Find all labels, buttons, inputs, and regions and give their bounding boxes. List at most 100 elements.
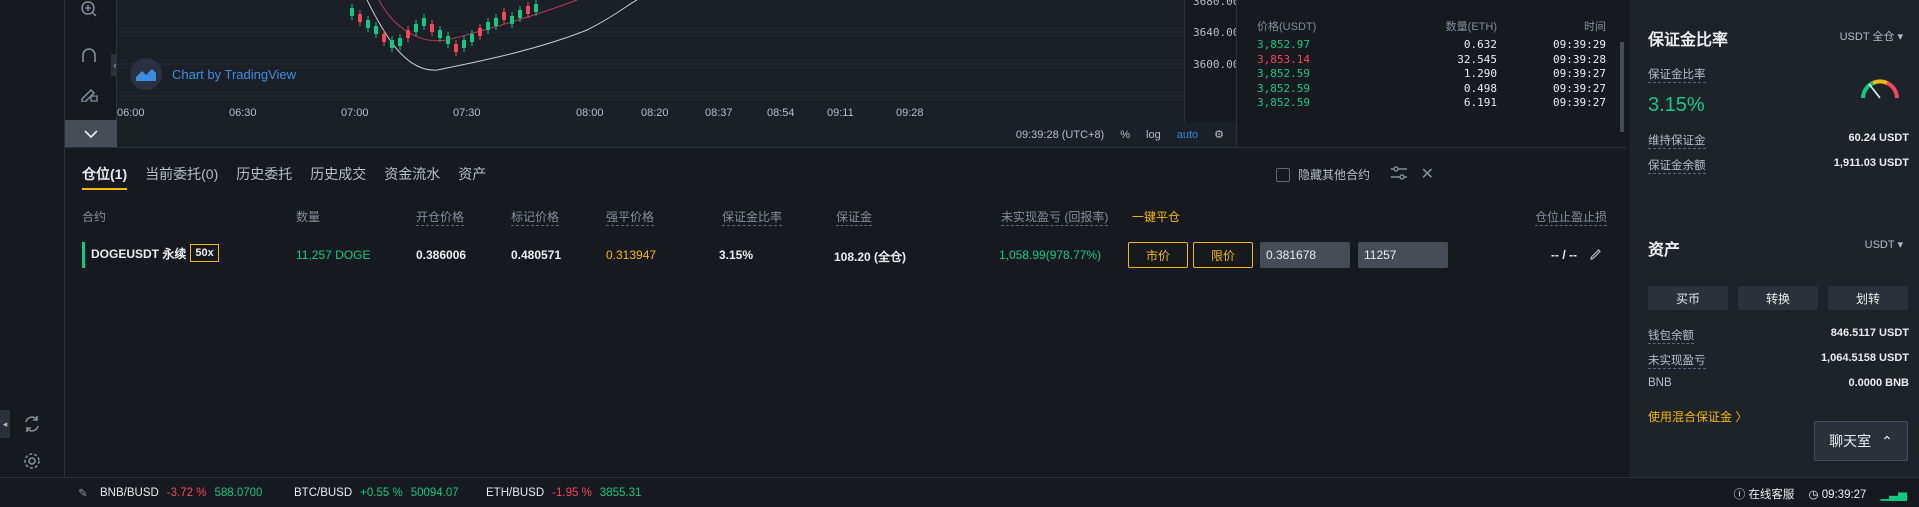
col-entry-price: 开仓价格 <box>416 210 465 226</box>
filter-settings-icon[interactable] <box>1390 166 1408 183</box>
position-mark-price: 0.480571 <box>511 248 562 262</box>
recent-trades-panel: 价格(USDT) 数量(ETH) 时间 3,852.97 0.632 09:39:2… <box>1236 0 1626 147</box>
multi-asset-margin-link[interactable]: 使用混合保证金 〉 <box>1648 408 1747 425</box>
chat-label: 聊天室 <box>1829 433 1872 449</box>
ticker-eth[interactable]: ETH/BUSD -1.95 % 3855.31 <box>486 487 641 499</box>
asset-label: USDT <box>1864 239 1895 251</box>
trade-qty: 0.632 <box>1463 38 1497 51</box>
chart-footer: 09:39:28 (UTC+8) % log auto ⚙ <box>117 122 1236 147</box>
col-pnl: 未实现盈亏 (回报率) <box>1001 210 1109 226</box>
magnet-icon[interactable] <box>79 46 99 69</box>
hide-other-contracts-checkbox[interactable]: 隐藏其他合约 <box>1275 166 1370 183</box>
trades-header-price: 价格(USDT) <box>1257 21 1317 33</box>
col-liq-price: 强平价格 <box>606 210 655 226</box>
candle <box>422 18 426 26</box>
position-quantity: 11,257 DOGE <box>296 248 371 262</box>
chart-plot[interactable]: Chart by TradingView 06:00 06:30 07:00 07:3… <box>117 0 1184 122</box>
log-toggle[interactable]: log <box>1146 129 1161 141</box>
gear-icon[interactable] <box>18 447 46 475</box>
one-click-close-button[interactable]: 一键平仓 <box>1132 208 1180 225</box>
unrealized-pnl-label: 未实现盈亏 <box>1648 352 1706 369</box>
caret-down-icon: ▾ <box>1897 239 1903 251</box>
trades-header-qty: 数量(ETH) <box>1445 21 1497 33</box>
left-toolbar: ◂ <box>0 0 65 477</box>
tradingview-logo[interactable]: Chart by TradingView <box>130 58 296 90</box>
chat-room-button[interactable]: 聊天室 ⌃ <box>1814 421 1908 461</box>
chevron-down-icon[interactable] <box>65 120 117 147</box>
candle <box>454 44 458 52</box>
convert-button[interactable]: 转换 <box>1738 286 1818 310</box>
candle <box>486 22 490 30</box>
tab-transaction-history[interactable]: 资金流水 <box>384 164 440 190</box>
candle <box>358 14 362 22</box>
close-qty-input[interactable]: 11257 <box>1358 242 1448 268</box>
price-axis[interactable]: 3680.00 3640.00 3600.00 <box>1184 0 1239 122</box>
candle <box>430 24 434 32</box>
chevron-up-icon: ⌃ <box>1881 432 1893 449</box>
checkbox-icon[interactable] <box>1275 167 1290 182</box>
online-support[interactable]: ⓘ 在线客服 <box>1734 486 1795 502</box>
position-liq-price: 0.313947 <box>606 248 657 262</box>
trade-row: 3,852.59 0.498 09:39:27 <box>1257 82 1606 95</box>
candle <box>478 28 482 36</box>
transfer-button[interactable]: 划转 <box>1828 286 1908 310</box>
trades-scrollbar[interactable] <box>1620 42 1624 132</box>
positions-panel: 仓位(1) 当前委托(0) 历史委托 历史成交 资金流水 资产 隐藏其他合约 ✕… <box>65 147 1626 477</box>
edit-icon[interactable] <box>1590 248 1602 263</box>
margin-mode-dropdown[interactable]: USDT 全仓 ▾ <box>1840 28 1903 44</box>
trade-time: 09:39:29 <box>1553 38 1606 51</box>
draw-lock-icon[interactable] <box>79 82 99 105</box>
assets-title: 资产 <box>1648 242 1681 259</box>
candle <box>350 8 354 16</box>
position-contract[interactable]: DOGEUSDT 永续 50x <box>91 244 219 262</box>
auto-toggle[interactable]: auto <box>1177 129 1198 141</box>
margin-balance-label: 保证金余额 <box>1648 157 1706 174</box>
margin-ratio-title: 保证金比率 <box>1648 32 1729 49</box>
leverage-badge[interactable]: 50x <box>190 244 219 262</box>
clock: ◷ 09:39:27 <box>1808 487 1866 501</box>
candle <box>494 18 498 26</box>
trade-row: 3,852.97 0.632 09:39:29 <box>1257 38 1606 51</box>
gauge-icon <box>1859 72 1901 105</box>
margin-ratio-label: 保证金比率 <box>1648 66 1706 83</box>
wallet-balance-row: 钱包余额 846.5117 USDT <box>1648 327 1909 344</box>
clock-time: 09:39:27 <box>1821 489 1867 501</box>
ticker-bnb[interactable]: BNB/BUSD -3.72 % 588.0700 <box>100 487 262 499</box>
close-price-input[interactable]: 0.381678 <box>1260 242 1350 268</box>
refresh-icon[interactable] <box>18 410 46 438</box>
ticker-btc[interactable]: BTC/BUSD +0.55 % 50094.07 <box>294 487 459 499</box>
trade-row: 3,853.14 32.545 09:39:28 <box>1257 53 1606 66</box>
tab-order-history[interactable]: 历史委托 <box>236 164 292 190</box>
position-pnl: 1,058.99(978.77%) <box>999 248 1102 262</box>
tab-assets[interactable]: 资产 <box>458 164 486 190</box>
chart-settings-icon[interactable]: ⚙ <box>1214 128 1224 141</box>
time-axis: 06:00 06:30 07:00 07:30 08:00 08:20 08:37 08:54… <box>117 103 1184 123</box>
buy-crypto-button[interactable]: 买币 <box>1648 286 1728 310</box>
trades-header-time: 时间 <box>1584 21 1606 33</box>
chart-time: 09:39:28 (UTC+8) <box>1015 128 1105 141</box>
zoom-in-icon[interactable] <box>79 0 99 23</box>
asset-dropdown[interactable]: USDT ▾ <box>1865 238 1903 251</box>
col-tpsl: 仓位止盈止损 <box>1535 210 1608 226</box>
pencil-icon[interactable]: ✎ <box>78 486 88 500</box>
tab-open-orders[interactable]: 当前委托(0) <box>145 164 218 190</box>
trade-time: 09:39:28 <box>1553 52 1606 66</box>
trade-row: 3,852.59 1.290 09:39:27 <box>1257 67 1606 80</box>
close-icon[interactable]: ✕ <box>1421 164 1434 184</box>
positions-tabs: 仓位(1) 当前委托(0) 历史委托 历史成交 资金流水 资产 <box>82 164 486 190</box>
status-bar: ✎ BNB/BUSD -3.72 % 588.0700 BTC/BUSD +0.… <box>0 477 1919 507</box>
time-tick: 09:28 <box>896 107 924 119</box>
percent-toggle[interactable]: % <box>1120 129 1130 141</box>
trade-time: 09:39:27 <box>1553 96 1606 109</box>
tab-positions[interactable]: 仓位(1) <box>82 164 128 190</box>
market-close-button[interactable]: 市价 <box>1128 242 1188 268</box>
status-right: ⓘ 在线客服 ◷ 09:39:27 ▁▃▅ <box>1734 486 1907 502</box>
tab-trade-history[interactable]: 历史成交 <box>310 164 366 190</box>
limit-close-button[interactable]: 限价 <box>1193 242 1253 268</box>
collapse-left-icon[interactable]: ◂ <box>0 410 10 438</box>
candle <box>390 40 394 48</box>
account-panel: 保证金比率 USDT 全仓 ▾ 保证金比率 3.15% 维持保证金 60.24 … <box>1630 0 1919 477</box>
ticker-price: 50094.07 <box>410 487 459 499</box>
ticker-price: 3855.31 <box>599 487 642 499</box>
chart-drawing-tools: ‹ <box>65 0 119 147</box>
